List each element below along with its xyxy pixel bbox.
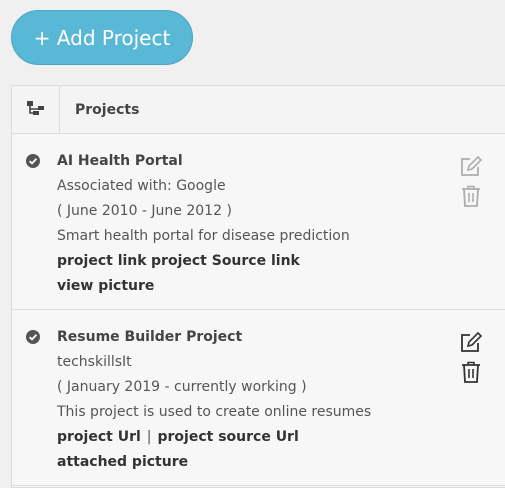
project-associated: techskillsIt (57, 354, 132, 370)
project-associated: Associated with: Google (57, 178, 226, 194)
project-entry: Resume Builder Project techskillsIt ( Ja… (12, 310, 505, 486)
project-links: project Url | project source Url (57, 425, 505, 450)
add-project-button[interactable]: + Add Project (11, 10, 193, 65)
projects-panel: Projects AI Health Portal Associated wit… (11, 85, 505, 488)
project-description: Smart health portal for disease predicti… (57, 228, 350, 244)
project-entry: AI Health Portal Associated with: Google… (12, 134, 505, 310)
projects-header: Projects (12, 86, 505, 134)
project-actions (459, 332, 483, 383)
project-source-url-link[interactable]: project source Url (158, 429, 299, 445)
project-link[interactable]: project link (57, 253, 147, 269)
view-picture-link[interactable]: view picture (57, 278, 154, 294)
project-title: AI Health Portal (57, 153, 183, 169)
project-source-link[interactable]: project Source link (151, 253, 300, 269)
trash-icon[interactable] (459, 185, 483, 207)
trash-icon[interactable] (459, 361, 483, 383)
project-actions (459, 156, 483, 207)
project-description: This project is used to create online re… (57, 404, 372, 420)
project-links: project link project Source link (57, 249, 505, 274)
project-dates: ( June 2010 - June 2012 ) (57, 203, 232, 219)
projects-header-title: Projects (75, 101, 140, 118)
edit-icon[interactable] (459, 332, 483, 354)
project-dates: ( January 2019 - currently working ) (57, 379, 307, 395)
link-separator: | (146, 429, 152, 445)
project-picture-row: view picture (57, 274, 505, 299)
check-circle-icon (26, 328, 40, 344)
attached-picture-link[interactable]: attached picture (57, 454, 188, 470)
project-title: Resume Builder Project (57, 329, 243, 345)
project-url-link[interactable]: project Url (57, 429, 141, 445)
check-circle-icon (26, 152, 40, 168)
project-picture-row: attached picture (57, 450, 505, 475)
header-icon-cell (12, 86, 60, 133)
sitemap-icon (26, 100, 46, 120)
edit-icon[interactable] (459, 156, 483, 178)
